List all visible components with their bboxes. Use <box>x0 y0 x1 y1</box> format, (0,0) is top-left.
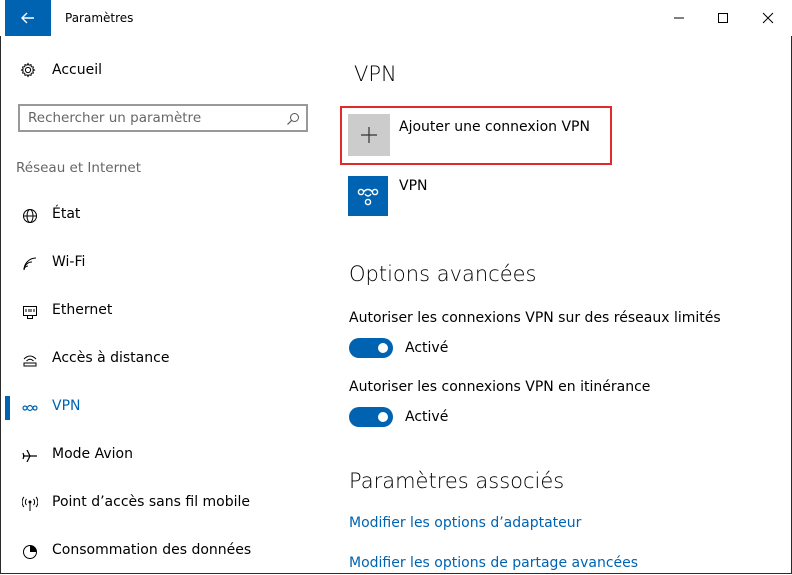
sidebar-item-label: Point d’accès sans fil mobile <box>52 494 251 510</box>
sidebar-home[interactable]: Accueil <box>20 62 102 78</box>
toggle-knob <box>378 343 388 353</box>
window-title: Paramètres <box>65 11 134 25</box>
option-roaming-label: Autoriser les connexions VPN en itinéran… <box>349 379 651 395</box>
page-title: VPN <box>354 62 397 86</box>
sidebar-item-vpn[interactable]: VPN <box>0 388 330 428</box>
search-box[interactable] <box>18 104 308 132</box>
link-sharing-options[interactable]: Modifier les options de partage avancées <box>349 555 638 571</box>
hotspot-icon <box>22 496 38 511</box>
related-settings-heading: Paramètres associés <box>349 469 565 493</box>
dialup-icon <box>23 355 37 367</box>
airplane-icon <box>22 449 37 463</box>
sidebar-item-label: Mode Avion <box>52 446 133 462</box>
sidebar-item-ethernet[interactable]: Ethernet <box>0 292 330 332</box>
close-icon <box>762 12 774 24</box>
add-vpn-label[interactable]: Ajouter une connexion VPN <box>399 119 590 135</box>
maximize-button[interactable] <box>700 0 746 36</box>
toggle-metered[interactable] <box>349 338 393 358</box>
toggle-roaming-state: Activé <box>405 409 449 425</box>
sidebar-section-label: Réseau et Internet <box>16 160 142 176</box>
sidebar-item-dialup[interactable]: Accès à distance <box>0 340 330 380</box>
sidebar-item-label: Wi-Fi <box>52 254 86 270</box>
sidebar-item-etat[interactable]: État <box>0 196 330 236</box>
sidebar-item-hotspot[interactable]: Point d’accès sans fil mobile <box>0 484 330 524</box>
sidebar-item-data-usage[interactable]: Consommation des données <box>0 532 330 572</box>
search-icon[interactable] <box>286 112 300 126</box>
sidebar-item-airplane[interactable]: Mode Avion <box>0 436 330 476</box>
sidebar-item-label: Ethernet <box>52 302 113 318</box>
data-usage-icon <box>23 545 37 559</box>
globe-icon <box>23 209 37 223</box>
search-input[interactable] <box>28 109 278 127</box>
plus-icon <box>361 127 377 143</box>
sidebar-item-label: VPN <box>52 398 81 414</box>
option-metered-label: Autoriser les connexions VPN sur des rés… <box>349 310 721 326</box>
add-vpn-button[interactable] <box>348 114 390 156</box>
sidebar-item-wifi[interactable]: Wi-Fi <box>0 244 330 284</box>
vpn-icon <box>22 404 38 412</box>
back-button[interactable] <box>5 0 51 36</box>
back-arrow-icon <box>21 12 34 24</box>
sidebar-item-label: État <box>52 206 81 222</box>
minimize-button[interactable] <box>656 0 702 36</box>
toggle-metered-state: Activé <box>405 340 449 356</box>
wifi-icon <box>23 257 37 271</box>
toggle-roaming[interactable] <box>349 407 393 427</box>
ethernet-icon <box>23 306 37 319</box>
vpn-connection-icon <box>357 188 379 206</box>
toggle-knob <box>378 412 388 422</box>
title-bar: Paramètres <box>0 0 792 36</box>
minimize-icon <box>674 17 684 19</box>
gear-icon <box>20 62 36 78</box>
sidebar-home-label: Accueil <box>52 62 102 78</box>
sidebar-item-label: Consommation des données <box>52 542 252 558</box>
close-button[interactable] <box>745 0 791 36</box>
vpn-connection-tile[interactable] <box>348 176 388 216</box>
sidebar-item-label: Accès à distance <box>52 350 170 366</box>
link-adapter-options[interactable]: Modifier les options d’adaptateur <box>349 515 581 531</box>
vpn-connection-label[interactable]: VPN <box>399 178 428 194</box>
advanced-options-heading: Options avancées <box>349 262 537 286</box>
maximize-icon <box>718 13 728 23</box>
